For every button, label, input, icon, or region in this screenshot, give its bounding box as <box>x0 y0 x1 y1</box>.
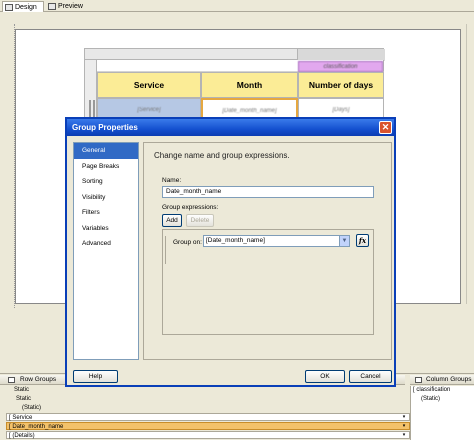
column-groups-list: [ classification (Static) <box>410 386 474 440</box>
view-tab-bar: Design Preview <box>0 0 474 12</box>
row-group-details-label: [ (Details) <box>9 433 35 439</box>
data-cell-days-text: [Days] <box>332 107 350 113</box>
column-group-static[interactable]: (Static) <box>421 395 440 403</box>
dialog-nav: General Page Breaks Sorting Visibility F… <box>73 142 139 360</box>
header-cell-number-of-days[interactable]: Number of days <box>298 72 384 98</box>
surface-divider <box>466 24 467 304</box>
expression-button[interactable]: fx <box>356 234 369 247</box>
column-group-cell[interactable]: classification <box>298 61 383 72</box>
group-properties-dialog: Group Properties ✕ General Page Breaks S… <box>65 117 396 387</box>
row-groups-label: Row Groups <box>20 376 57 383</box>
page-heading: Change name and group expressions. <box>154 151 290 160</box>
tablix[interactable]: classification Service Month Number of d… <box>84 48 385 126</box>
header-cell-service[interactable]: Service <box>97 72 201 98</box>
row-groups-icon <box>8 377 15 383</box>
nav-item-advanced[interactable]: Advanced <box>74 236 138 252</box>
group-expressions-label: Group expressions: <box>162 204 219 211</box>
header-cell-month[interactable]: Month <box>201 72 298 98</box>
chevron-down-icon[interactable]: ▾ <box>400 414 408 420</box>
row-group-service[interactable]: [ Service ▾ <box>6 413 410 421</box>
group-on-label: Group on: <box>173 239 202 246</box>
dialog-title-bar[interactable]: Group Properties ✕ <box>67 119 394 136</box>
add-button[interactable]: Add <box>162 214 182 227</box>
nav-item-variables[interactable]: Variables <box>74 221 138 237</box>
help-button[interactable]: Help <box>73 370 118 383</box>
group-on-select[interactable]: [Date_month_name] ▼ <box>203 235 350 247</box>
close-icon[interactable]: ✕ <box>379 121 392 134</box>
group-on-value: [Date_month_name] <box>206 237 265 244</box>
chevron-down-icon[interactable]: ▾ <box>400 432 408 438</box>
column-groups-icon <box>415 377 422 383</box>
tab-design-label: Design <box>15 4 37 11</box>
group-expression-list: Group on: [Date_month_name] ▼ fx <box>162 229 374 335</box>
row-group-static-2[interactable]: Static <box>16 395 31 403</box>
group-expression-bracket <box>165 236 169 264</box>
general-page: Change name and group expressions. Name:… <box>143 142 392 360</box>
chevron-down-icon[interactable]: ▾ <box>400 423 408 429</box>
tab-preview-label: Preview <box>58 3 83 10</box>
row-group-date-label: [ Date_month_name <box>9 424 64 430</box>
preview-icon <box>48 3 56 10</box>
row-group-static-3[interactable]: (Static) <box>22 404 41 412</box>
row-group-date-month-name[interactable]: [ Date_month_name ▾ <box>6 422 410 430</box>
nav-item-filters[interactable]: Filters <box>74 205 138 221</box>
column-handle-row[interactable] <box>84 48 385 61</box>
tab-preview[interactable]: Preview <box>46 1 86 12</box>
nav-item-visibility[interactable]: Visibility <box>74 190 138 206</box>
cancel-button[interactable]: Cancel <box>349 370 392 383</box>
row-group-details[interactable]: [ (Details) ▾ <box>6 431 410 439</box>
chevron-down-icon[interactable]: ▼ <box>339 236 349 246</box>
ok-button[interactable]: OK <box>305 370 345 383</box>
nav-item-page-breaks[interactable]: Page Breaks <box>74 159 138 175</box>
row-group-service-label: [ Service <box>9 415 33 421</box>
row-group-static-1[interactable]: Static <box>14 386 29 394</box>
name-label: Name: <box>162 177 182 184</box>
delete-button[interactable]: Delete <box>186 214 214 227</box>
design-icon <box>5 4 13 11</box>
column-groups-label: Column Groups <box>426 376 472 383</box>
column-groups-header[interactable]: Column Groups <box>410 375 474 385</box>
data-cell-month-text: [Date_month_name] <box>222 108 277 114</box>
column-group-classification[interactable]: [ classification <box>413 386 450 394</box>
dialog-title: Group Properties <box>72 123 138 132</box>
name-field[interactable]: Date_month_name <box>162 186 374 198</box>
nav-item-general[interactable]: General <box>74 143 138 159</box>
nav-item-sorting[interactable]: Sorting <box>74 174 138 190</box>
data-cell-service-text: [Service] <box>137 107 161 113</box>
tab-design[interactable]: Design <box>2 1 44 12</box>
